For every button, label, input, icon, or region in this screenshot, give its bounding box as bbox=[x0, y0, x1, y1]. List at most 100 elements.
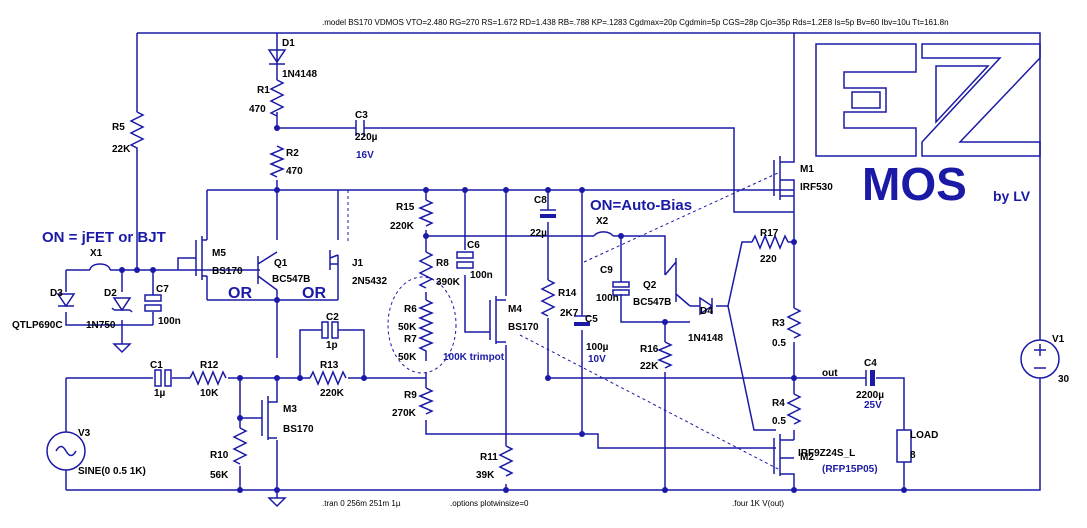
load-value: 8 bbox=[910, 450, 916, 461]
m4-ref: M4 bbox=[508, 304, 522, 315]
v3-ref: V3 bbox=[78, 428, 91, 439]
c4-ref: C4 bbox=[864, 358, 877, 369]
m5-ref: M5 bbox=[212, 248, 226, 259]
model-directive: .model BS170 VDMOS VTO=2.480 RG=270 RS=1… bbox=[322, 18, 949, 27]
q1-value: BC547B bbox=[272, 274, 310, 285]
r2-value: 470 bbox=[286, 166, 303, 177]
r11-ref: R11 bbox=[480, 452, 498, 463]
r12-ref: R12 bbox=[200, 360, 219, 371]
schematic-canvas: .model BS170 VDMOS VTO=2.480 RG=270 RS=1… bbox=[12, 18, 1070, 508]
c4-rating: 25V bbox=[864, 400, 882, 411]
or-note-2: OR bbox=[302, 285, 326, 302]
x1-ref: X1 bbox=[90, 248, 103, 259]
c1-value: 1µ bbox=[154, 388, 166, 399]
c5-rating: 10V bbox=[588, 354, 606, 365]
d4-ref: D4 bbox=[700, 306, 713, 317]
m4-value: BS170 bbox=[508, 322, 539, 333]
r1-value: 470 bbox=[249, 104, 266, 115]
m2-alt-part: (RFP15P05) bbox=[822, 464, 878, 475]
logo-word: MOS bbox=[862, 158, 967, 210]
q1-ref: Q1 bbox=[274, 258, 288, 269]
r13-ref: R13 bbox=[320, 360, 339, 371]
jfet-bjt-note: ON = jFET or BJT bbox=[42, 229, 166, 246]
r5-value: 22K bbox=[112, 144, 131, 155]
m1-value: IRF530 bbox=[800, 182, 833, 193]
r6-value: 50K bbox=[398, 322, 417, 333]
r16-ref: R16 bbox=[640, 344, 659, 355]
q2-value: BC547B bbox=[633, 297, 671, 308]
c2-ref: C2 bbox=[326, 312, 339, 323]
r12-value: 10K bbox=[200, 388, 219, 399]
r2-ref: R2 bbox=[286, 148, 299, 159]
component-labels: D1 1N4148 R1 470 R2 470 C3 220µ 16V R5 22K R15 220K C… bbox=[12, 38, 1070, 481]
c8-ref: C8 bbox=[534, 195, 547, 206]
c3-value: 220µ bbox=[355, 132, 378, 143]
out-net-label: out bbox=[822, 368, 838, 379]
load-ref: LOAD bbox=[910, 430, 938, 441]
diode-symbols bbox=[56, 45, 714, 316]
r1-ref: R1 bbox=[257, 85, 270, 96]
v1-ref: V1 bbox=[1052, 334, 1065, 345]
m3-ref: M3 bbox=[283, 404, 297, 415]
j1-ref: J1 bbox=[352, 258, 364, 269]
r3-value: 0.5 bbox=[772, 338, 786, 349]
r4-ref: R4 bbox=[772, 398, 785, 409]
d4-value: 1N4148 bbox=[688, 333, 723, 344]
m1-ref: M1 bbox=[800, 164, 814, 175]
four-directive: .four 1K V(out) bbox=[732, 499, 784, 508]
ez-logo bbox=[815, 43, 1041, 157]
c8-value: 22µ bbox=[530, 228, 547, 239]
c2-value: 1p bbox=[326, 340, 338, 351]
c5-ref: C5 bbox=[585, 314, 598, 325]
r5-ref: R5 bbox=[112, 122, 125, 133]
or-note-1: OR bbox=[228, 285, 252, 302]
trimpot-note: 100K trimpot bbox=[443, 352, 505, 363]
c6-ref: C6 bbox=[467, 240, 480, 251]
r10-ref: R10 bbox=[210, 450, 229, 461]
d3-value: QTLP690C bbox=[12, 320, 63, 331]
d1-value: 1N4148 bbox=[282, 69, 317, 80]
r10-value: 56K bbox=[210, 470, 229, 481]
r17-value: 220 bbox=[760, 254, 777, 265]
c3-rating: 16V bbox=[356, 150, 374, 161]
r15-ref: R15 bbox=[396, 202, 415, 213]
d3-ref: D3 bbox=[50, 288, 63, 299]
v3-value: SINE(0 0.5 1K) bbox=[78, 466, 146, 477]
v1-value: 30 bbox=[1058, 374, 1070, 385]
d2-value: 1N750 bbox=[86, 320, 116, 331]
m3-value: BS170 bbox=[283, 424, 314, 435]
c6-value: 100n bbox=[470, 270, 493, 281]
j1-value: 2N5432 bbox=[352, 276, 387, 287]
r9-value: 270K bbox=[392, 408, 417, 419]
x2-ref: X2 bbox=[596, 216, 609, 227]
r16-value: 22K bbox=[640, 361, 659, 372]
m5-value: BS170 bbox=[212, 266, 243, 277]
r11-value: 39K bbox=[476, 470, 495, 481]
logo-author: by LV bbox=[993, 188, 1031, 204]
q2-ref: Q2 bbox=[643, 280, 657, 291]
r3-ref: R3 bbox=[772, 318, 785, 329]
c7-ref: C7 bbox=[156, 284, 169, 295]
d2-ref: D2 bbox=[104, 288, 117, 299]
c1-ref: C1 bbox=[150, 360, 163, 371]
r14-ref: R14 bbox=[558, 288, 577, 299]
r9-ref: R9 bbox=[404, 390, 417, 401]
r8-value: 390K bbox=[436, 277, 461, 288]
r14-value: 2K7 bbox=[560, 308, 579, 319]
d1-ref: D1 bbox=[282, 38, 295, 49]
r6-ref: R6 bbox=[404, 304, 417, 315]
r17-ref: R17 bbox=[760, 228, 779, 239]
r8-ref: R8 bbox=[436, 258, 449, 269]
r7-ref: R7 bbox=[404, 334, 417, 345]
r7-value: 50K bbox=[398, 352, 417, 363]
options-directive: .options plotwinsize=0 bbox=[450, 499, 529, 508]
r4-value: 0.5 bbox=[772, 416, 786, 427]
r15-value: 220K bbox=[390, 221, 415, 232]
c5-value: 100µ bbox=[586, 342, 609, 353]
m2-value: IRF9Z24S_L bbox=[798, 448, 855, 459]
c7-value: 100n bbox=[158, 316, 181, 327]
c9-ref: C9 bbox=[600, 265, 613, 276]
tran-directive: .tran 0 256m 251m 1µ bbox=[322, 499, 401, 508]
auto-bias-note: ON=Auto-Bias bbox=[590, 197, 692, 214]
c3-ref: C3 bbox=[355, 110, 368, 121]
